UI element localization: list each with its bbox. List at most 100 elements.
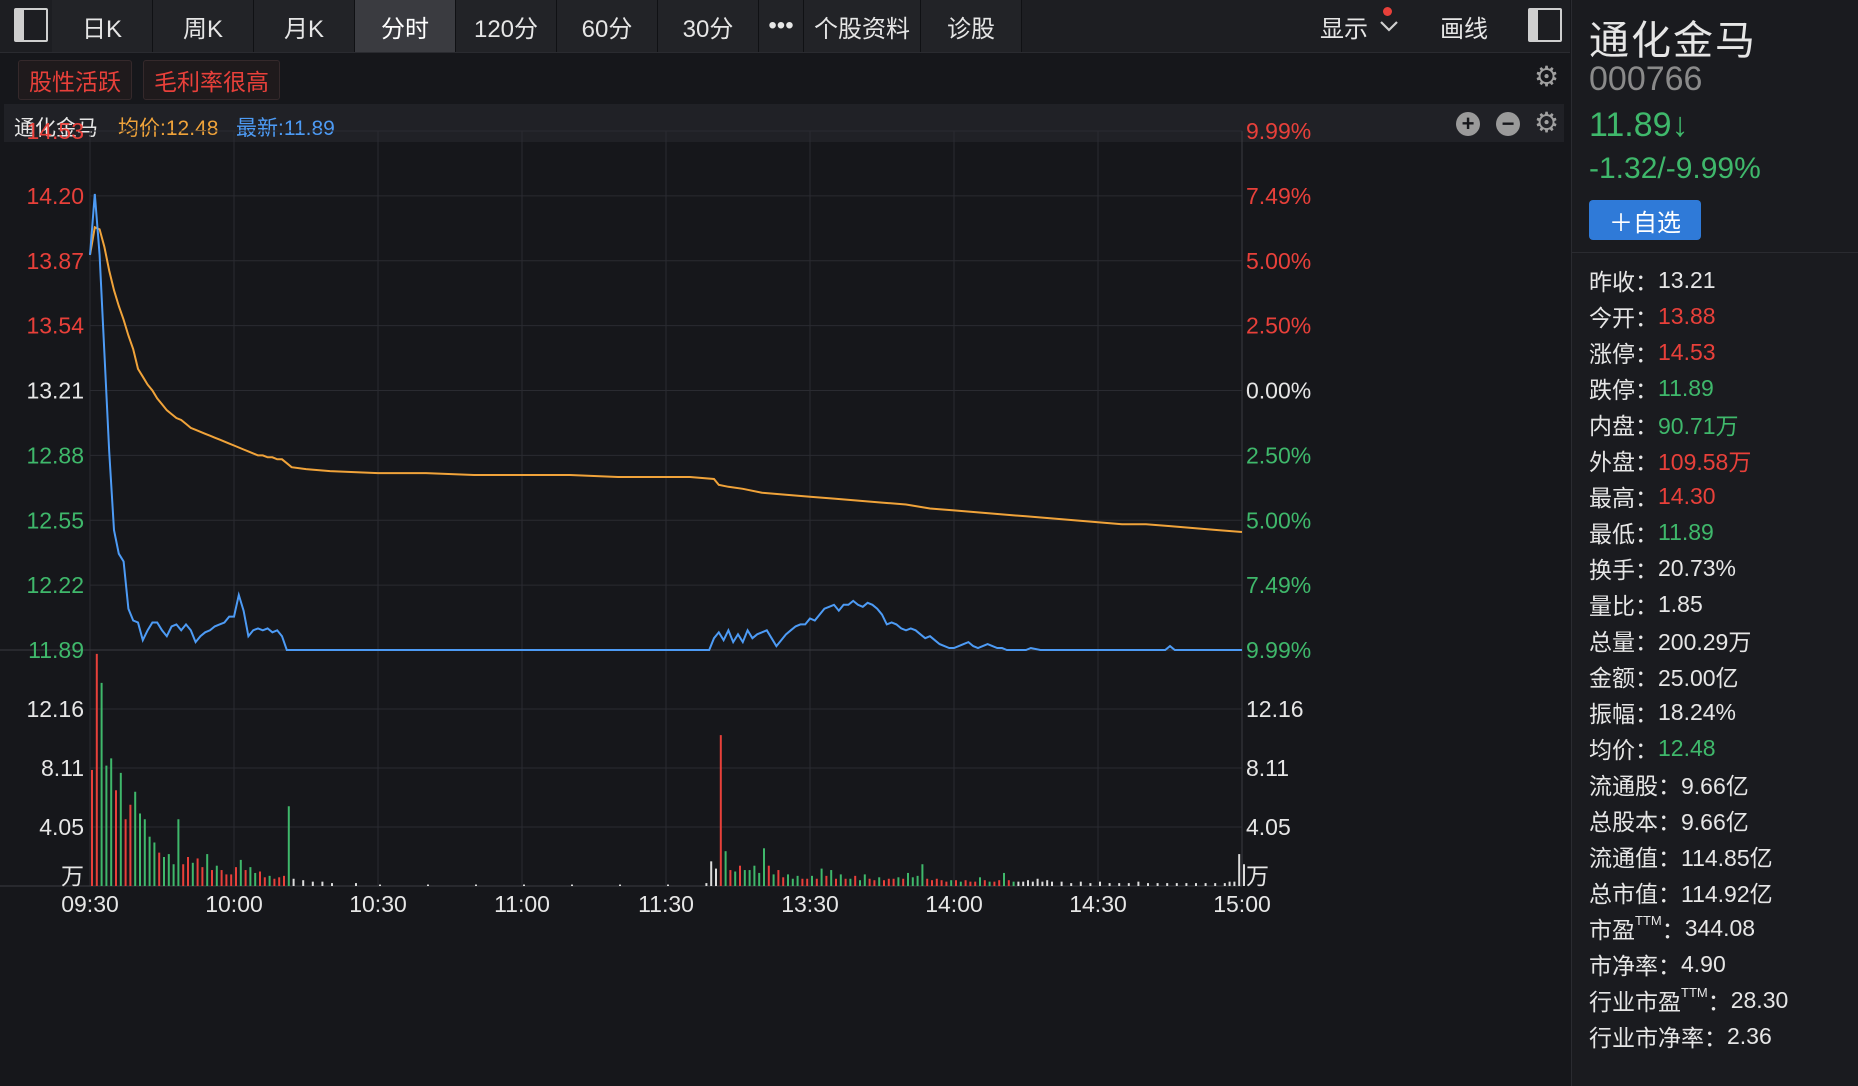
stat-row: 流通值： 114.85亿 bbox=[1589, 838, 1788, 874]
stat-row: 跌停： 11.89 bbox=[1589, 370, 1788, 406]
time-tick-label: 13:30 bbox=[781, 891, 839, 917]
volume-tick-label: 12.16 bbox=[1246, 696, 1304, 722]
time-tick-label: 15:00 bbox=[1213, 891, 1271, 917]
stat-value: 11.89 bbox=[1658, 518, 1714, 545]
stat-value: 25.00亿 bbox=[1658, 665, 1739, 691]
stat-row: 流通股： 9.66亿 bbox=[1589, 766, 1788, 802]
stat-value: 14.30 bbox=[1658, 482, 1716, 509]
pct-tick-label: 5.00% bbox=[1246, 507, 1311, 533]
stat-label: 流通值： bbox=[1589, 845, 1681, 871]
volume-tick-label: 8.11 bbox=[41, 755, 84, 781]
stat-label: 跌停： bbox=[1589, 377, 1658, 403]
stat-label: 总量： bbox=[1589, 629, 1658, 655]
price-tick-label: 12.55 bbox=[26, 507, 84, 533]
stat-label: 总股本： bbox=[1589, 809, 1681, 835]
stat-label: 流通股： bbox=[1589, 773, 1681, 799]
pct-tick-label: 5.00% bbox=[1246, 248, 1311, 274]
stock-code: 000766 bbox=[1589, 60, 1703, 98]
stat-label: 均价： bbox=[1589, 737, 1658, 763]
stat-label: 总市值： bbox=[1589, 881, 1681, 907]
stat-row: 市盈TTM： 344.08 bbox=[1589, 910, 1788, 946]
stat-label: 市盈TTM： bbox=[1589, 913, 1685, 943]
time-tick-label: 11:30 bbox=[638, 891, 694, 917]
time-axis: 09:30 10:00 10:30 11:00 11:30 13:30 14:00 14:30… bbox=[61, 891, 1271, 917]
stat-row: 最低： 11.89 bbox=[1589, 514, 1788, 550]
stat-label: 行业市净率： bbox=[1589, 1025, 1727, 1051]
stat-value: 11.89 bbox=[1658, 374, 1714, 401]
time-tick-label: 09:30 bbox=[61, 891, 119, 917]
stat-label: 市净率： bbox=[1589, 953, 1681, 979]
stat-label: 换手： bbox=[1589, 557, 1658, 583]
stat-row: 今开： 13.88 bbox=[1589, 298, 1788, 334]
volume-tick-label: 4.05 bbox=[1246, 814, 1291, 840]
stat-value: 14.53 bbox=[1658, 338, 1716, 365]
pct-tick-label: 9.99% bbox=[1246, 118, 1311, 144]
stat-label: 量比： bbox=[1589, 593, 1658, 619]
pct-tick-label: 2.50% bbox=[1246, 442, 1311, 468]
stat-value: 200.29万 bbox=[1658, 629, 1752, 655]
stat-value: 20.73% bbox=[1658, 554, 1737, 581]
stat-row: 振幅： 18.24% bbox=[1589, 694, 1788, 730]
stat-row: 均价： 12.48 bbox=[1589, 730, 1788, 766]
stock-name: 通化金马 bbox=[1589, 19, 1757, 63]
stat-value: 18.24% bbox=[1658, 698, 1737, 725]
stat-label: 最低： bbox=[1589, 521, 1658, 547]
volume-axis: 12.16 12.16 8.11 8.11 4.05 4.05 万 万 bbox=[26, 696, 1303, 889]
stat-label: 今开： bbox=[1589, 305, 1658, 331]
intraday-chart[interactable]: 14.53 14.20 13.87 13.54 13.21 12.88 12.55 12.22… bbox=[0, 0, 1570, 1086]
pct-tick-label: 9.99% bbox=[1246, 637, 1311, 663]
pct-tick-label: 0.00% bbox=[1246, 378, 1311, 404]
stat-row: 总市值： 114.92亿 bbox=[1589, 874, 1788, 910]
pct-axis-right: 9.99% 7.49% 5.00% 2.50% 0.00% 2.50% 5.00% 7.49%… bbox=[1246, 118, 1311, 663]
stat-value: 114.85亿 bbox=[1681, 845, 1773, 871]
stat-value: 2.36 bbox=[1727, 1022, 1772, 1049]
stat-value: 109.58万 bbox=[1658, 449, 1752, 475]
add-watchlist-button[interactable]: ＋自选 bbox=[1589, 200, 1701, 240]
volume-tick-label: 8.11 bbox=[1246, 755, 1289, 781]
stat-row: 行业市盈TTM： 28.30 bbox=[1589, 982, 1788, 1018]
time-tick-label: 14:00 bbox=[925, 891, 983, 917]
stock-price: 11.89↓ bbox=[1589, 106, 1689, 144]
price-tick-label: 12.88 bbox=[26, 442, 84, 468]
price-tick-label: 11.89 bbox=[28, 637, 84, 663]
stat-row: 市净率： 4.90 bbox=[1589, 946, 1788, 982]
stat-label: 金额： bbox=[1589, 665, 1658, 691]
volume-bars bbox=[91, 653, 1245, 886]
stat-value: 13.88 bbox=[1658, 302, 1716, 329]
stat-label: 内盘： bbox=[1589, 413, 1658, 439]
stat-label: 昨收： bbox=[1589, 269, 1658, 295]
stat-row: 外盘： 109.58万 bbox=[1589, 442, 1788, 478]
stat-row: 总股本： 9.66亿 bbox=[1589, 802, 1788, 838]
stat-value: 13.21 bbox=[1658, 266, 1716, 293]
stat-label: 最高： bbox=[1589, 485, 1658, 511]
time-tick-label: 10:00 bbox=[205, 891, 263, 917]
stock-change: -1.32/-9.99% bbox=[1589, 152, 1761, 185]
stat-row: 金额： 25.00亿 bbox=[1589, 658, 1788, 694]
stats-list: 昨收： 13.21 今开： 13.88 涨停： 14.53 跌停： 11.89 内盘： 90.71… bbox=[1589, 262, 1788, 1054]
stat-label: 外盘： bbox=[1589, 449, 1658, 475]
stat-value: 114.92亿 bbox=[1681, 881, 1773, 907]
divider bbox=[1572, 252, 1858, 253]
price-tick-label: 14.53 bbox=[26, 118, 84, 144]
stat-label: 涨停： bbox=[1589, 341, 1658, 367]
price-tick-label: 13.54 bbox=[26, 313, 84, 339]
price-tick-label: 14.20 bbox=[26, 183, 84, 209]
stat-label: 行业市盈TTM： bbox=[1589, 985, 1731, 1015]
stat-row: 昨收： 13.21 bbox=[1589, 262, 1788, 298]
stat-value: 4.90 bbox=[1681, 950, 1726, 977]
stat-row: 涨停： 14.53 bbox=[1589, 334, 1788, 370]
volume-unit-label: 万 bbox=[1246, 863, 1269, 889]
stat-value: 28.30 bbox=[1730, 986, 1789, 1013]
pct-tick-label: 2.50% bbox=[1246, 313, 1311, 339]
price-tick-label: 12.22 bbox=[26, 572, 84, 598]
pct-tick-label: 7.49% bbox=[1246, 183, 1311, 209]
pct-tick-label: 7.49% bbox=[1246, 572, 1311, 598]
time-tick-label: 14:30 bbox=[1069, 891, 1127, 917]
stat-value: 344.08 bbox=[1684, 914, 1756, 941]
chart-grid bbox=[0, 130, 1243, 887]
stat-value: 1.85 bbox=[1658, 590, 1703, 617]
price-tick-label: 13.87 bbox=[26, 248, 84, 274]
time-tick-label: 11:00 bbox=[494, 891, 550, 917]
stat-row: 行业市净率： 2.36 bbox=[1589, 1018, 1788, 1054]
time-tick-label: 10:30 bbox=[349, 891, 407, 917]
